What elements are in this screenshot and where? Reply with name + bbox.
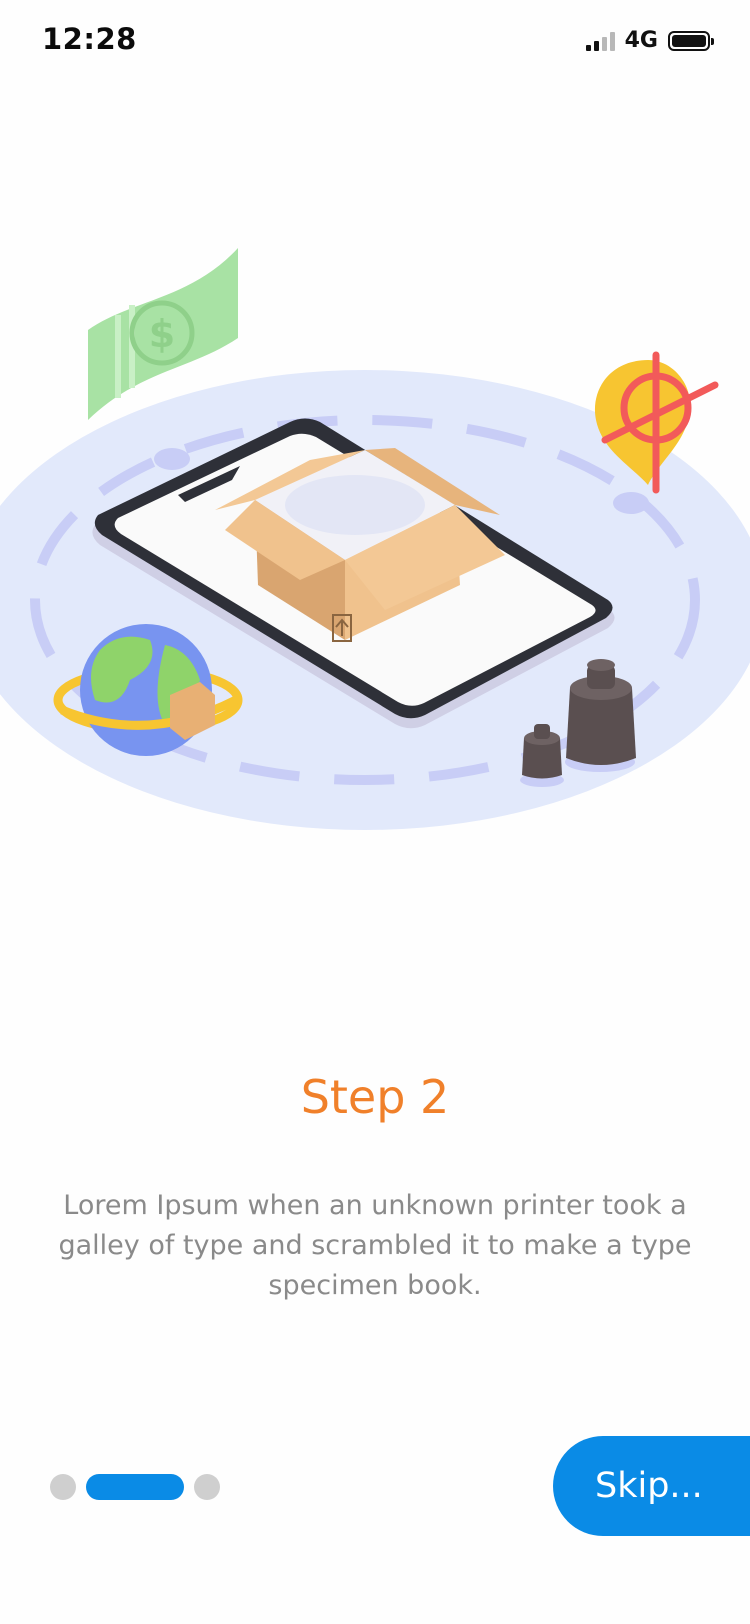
page-dot-3[interactable] <box>194 1474 220 1500</box>
svg-text:$: $ <box>149 312 175 356</box>
onboarding-title: Step 2 <box>300 1070 450 1124</box>
onboarding-illustration: $ <box>0 248 750 830</box>
page-dot-1[interactable] <box>50 1474 76 1500</box>
status-time: 12:28 <box>42 22 137 56</box>
network-type-label: 4G <box>624 28 658 53</box>
battery-icon <box>668 30 714 51</box>
onboarding-description: Lorem Ipsum when an unknown printer took… <box>58 1190 692 1301</box>
page-indicator <box>50 1474 220 1500</box>
skip-button[interactable]: Skip... <box>553 1436 750 1536</box>
page-dot-2-active[interactable] <box>86 1474 184 1500</box>
status-indicators: 4G <box>585 28 714 53</box>
cellular-signal-icon <box>585 31 615 51</box>
status-bar: 12:28 4G <box>0 0 750 88</box>
